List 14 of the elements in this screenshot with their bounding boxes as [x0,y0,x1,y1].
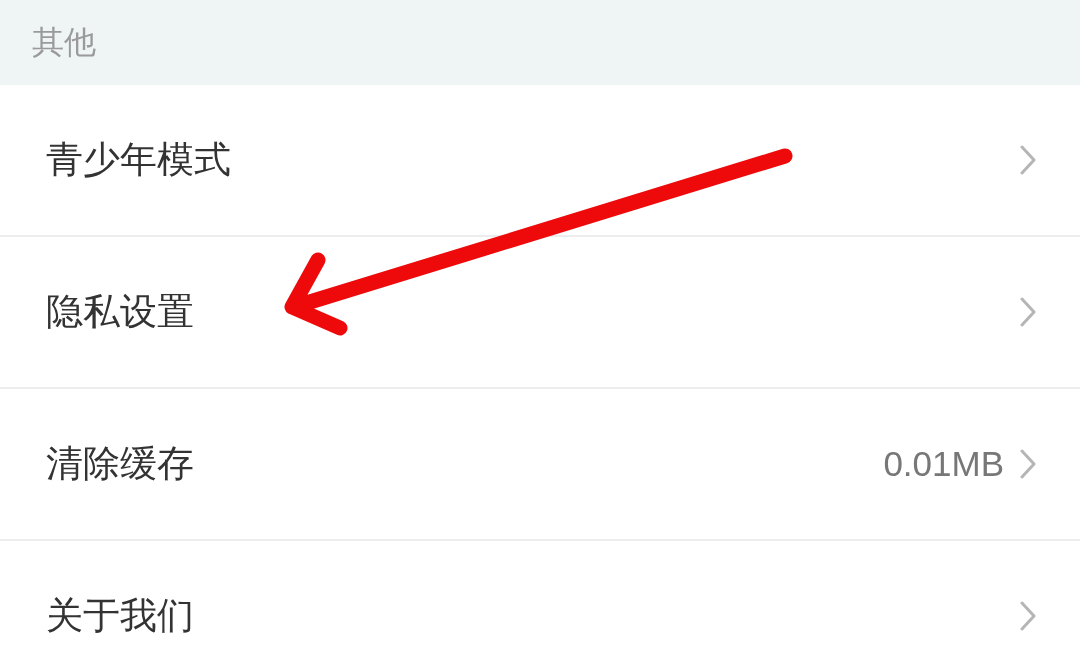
row-value: 0.01MB [883,444,1004,484]
chevron-icon [1020,145,1036,175]
settings-row[interactable]: 关于我们 [0,541,1080,666]
section-title: 其他 [32,21,96,63]
row-label: 隐私设置 [46,289,195,335]
settings-row[interactable]: 隐私设置 [0,237,1080,389]
row-label: 清除缓存 [46,441,195,487]
chevron-icon [1020,297,1036,327]
chevron-icon [1020,601,1036,631]
settings-row[interactable]: 清除缓存 0.01MB [0,389,1080,541]
chevron-icon [1020,449,1036,479]
row-label: 青少年模式 [46,137,232,183]
settings-row[interactable]: 青少年模式 [0,85,1080,237]
row-label: 关于我们 [46,593,195,639]
